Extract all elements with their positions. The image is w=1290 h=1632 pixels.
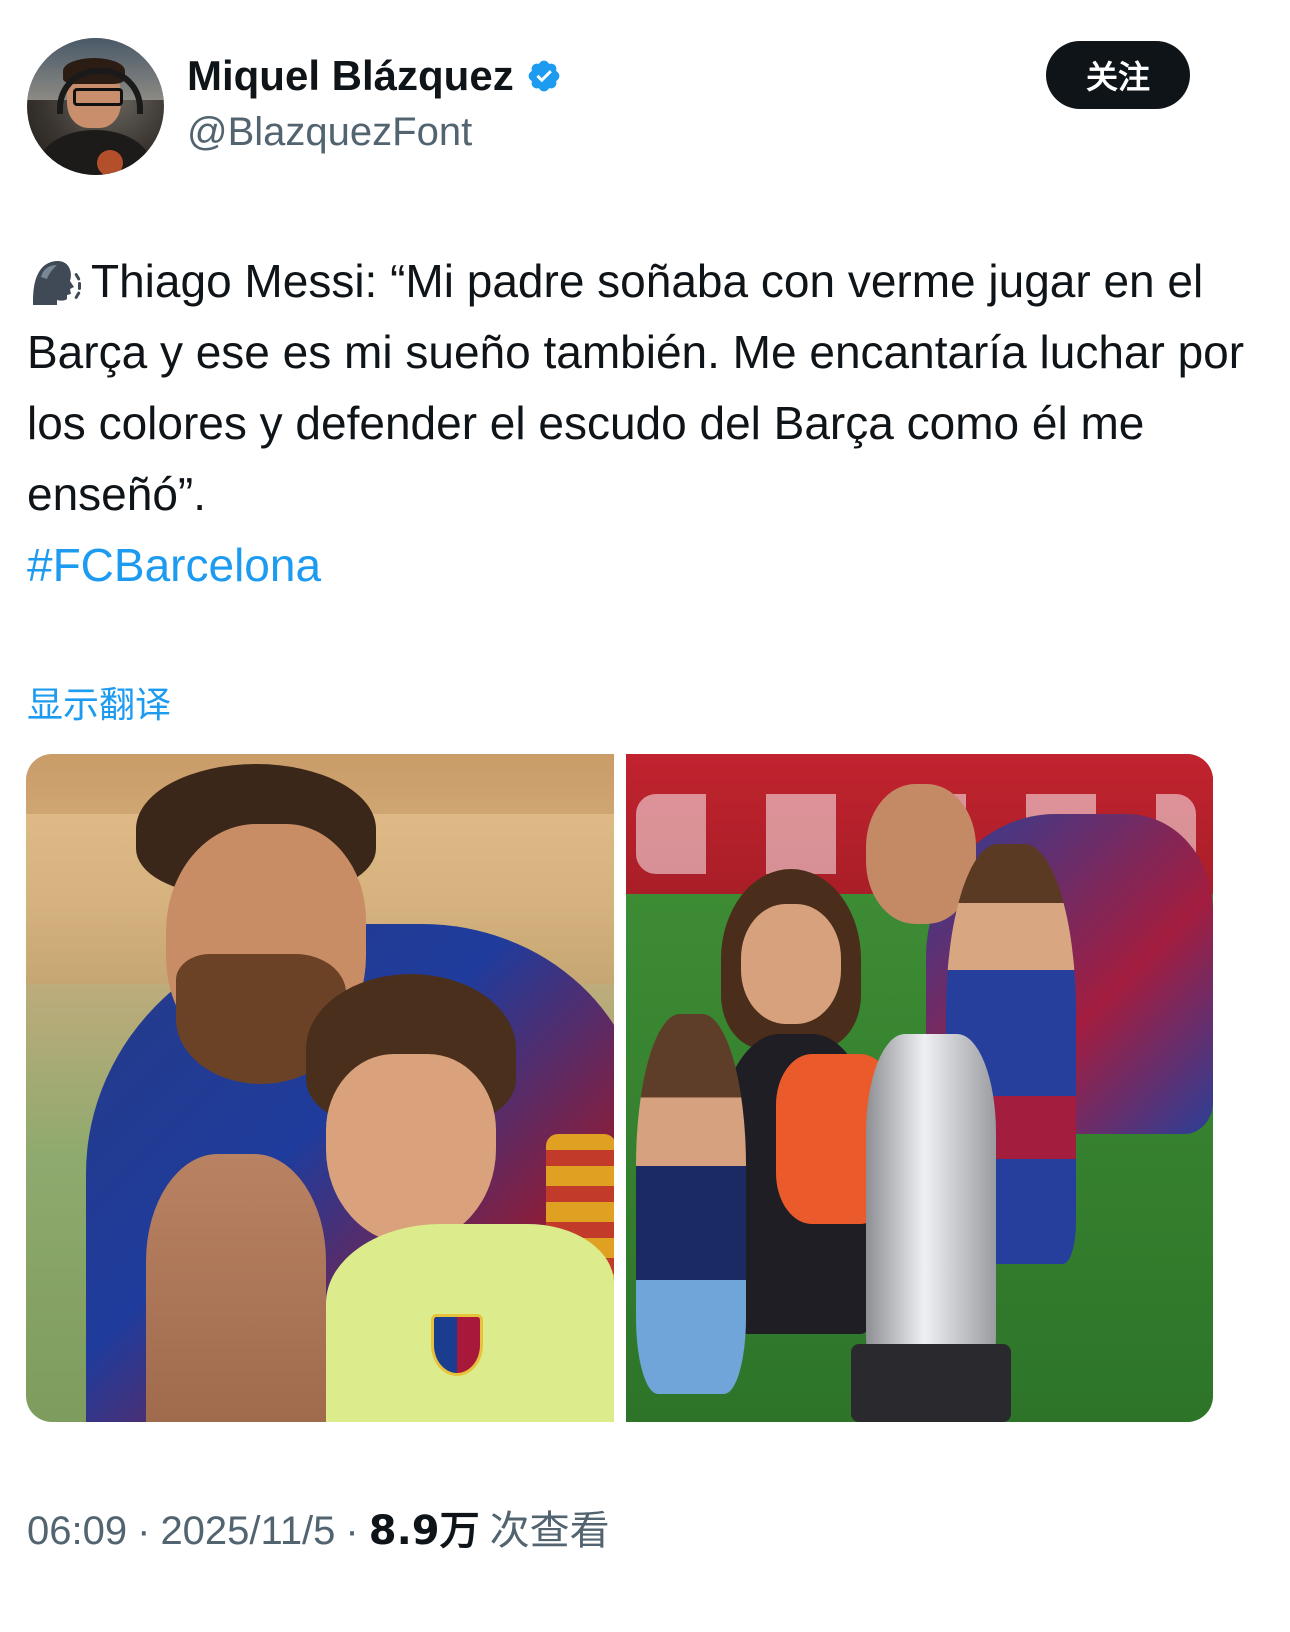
author-avatar[interactable]	[27, 38, 164, 175]
meta-separator-2: ·	[345, 1509, 359, 1553]
trophy-base	[851, 1344, 1011, 1422]
tattooed-arm	[146, 1154, 326, 1422]
views-label: 次查看	[489, 1508, 610, 1554]
tweet-text: Thiago Messi: “Mi padre soñaba con verme…	[27, 246, 1267, 601]
avatar-glasses	[73, 88, 123, 106]
mother-face	[741, 904, 841, 1024]
follow-button[interactable]: 关注	[1046, 41, 1190, 109]
avatar-body	[39, 130, 151, 175]
meta-separator-1: ·	[137, 1509, 151, 1553]
tweet-body: Thiago Messi: “Mi padre soñaba con verme…	[27, 255, 1245, 520]
author-name[interactable]: Miquel Blázquez	[187, 52, 514, 100]
verified-badge-icon	[528, 60, 560, 92]
photo-messi-with-son[interactable]	[26, 754, 614, 1422]
author-handle[interactable]: @BlazquezFont	[187, 110, 472, 155]
trophy-cup-icon	[866, 1034, 996, 1364]
barca-crest-icon	[431, 1314, 483, 1376]
hashtag-link[interactable]: #FCBarcelona	[27, 539, 321, 591]
tweet-meta: 06:09 · 2025/11/5 · 8.9万 次查看	[27, 1498, 610, 1556]
speaking-head-icon	[33, 261, 81, 305]
tweet-time[interactable]: 06:09	[27, 1509, 127, 1554]
media-grid	[26, 754, 1213, 1422]
views-count: 8.9万	[368, 1508, 480, 1554]
tweet-date[interactable]: 2025/11/5	[160, 1509, 335, 1554]
boy-face	[326, 1054, 496, 1244]
photo-messi-family-trophy[interactable]	[626, 754, 1213, 1422]
author-name-row[interactable]: Miquel Blázquez	[187, 52, 562, 100]
show-translation-link[interactable]: 显示翻译	[27, 676, 171, 728]
microphone-icon	[97, 150, 123, 175]
toddler	[636, 1014, 746, 1394]
